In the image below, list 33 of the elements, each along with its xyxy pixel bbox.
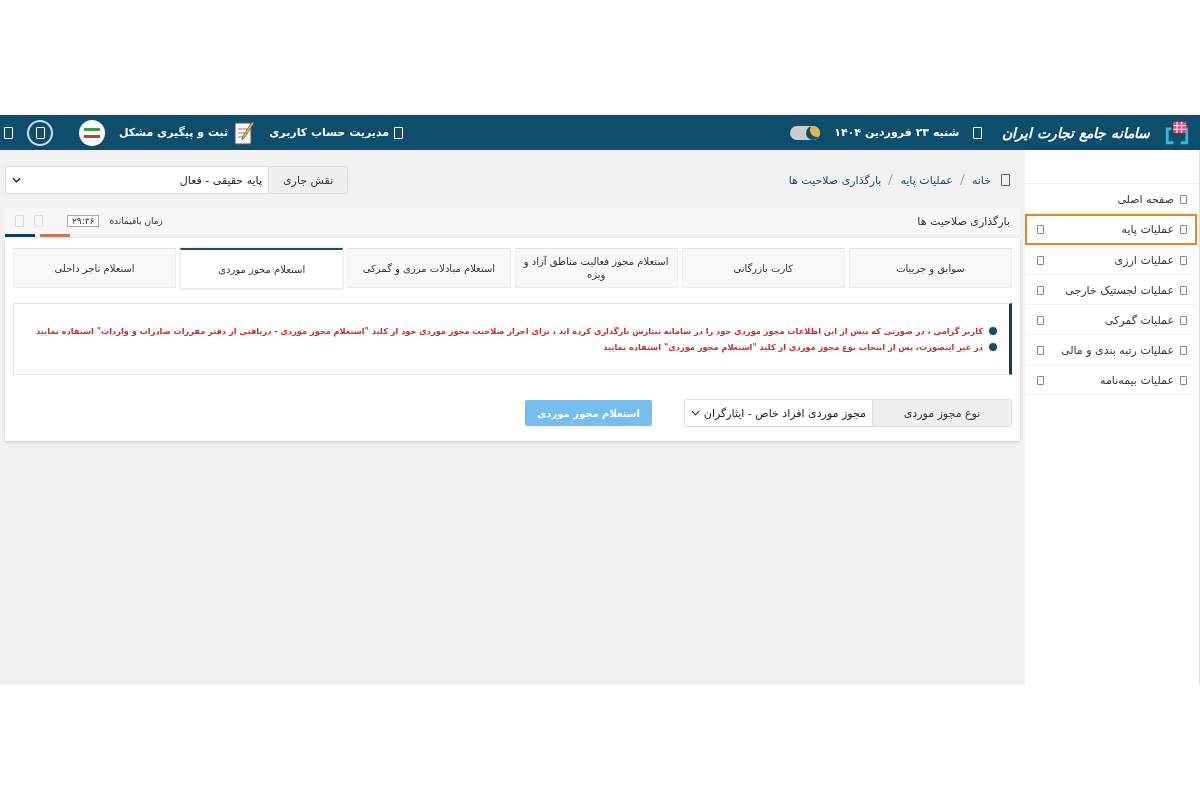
sidebar-item[interactable]: عملیات بیمه‌نامه — [1025, 365, 1197, 395]
clipboard-pencil-icon — [233, 119, 256, 146]
emblem-image — [79, 119, 105, 146]
tab[interactable]: استعلام مبادلات مرزی و گمرکی — [347, 248, 511, 288]
notice-text: در غیر اینصورت، پس از انتخاب نوع مجوز موردی از کلید "استعلام مجوز موردی" استفاده نمایید — [603, 341, 983, 354]
breadcrumb-link[interactable]: عملیات پایه — [900, 173, 953, 187]
timer-label: زمان باقیمانده — [109, 216, 163, 226]
sidebar-item[interactable]: عملیات گمرکی — [1025, 305, 1197, 335]
tab[interactable]: استعلام تاجر داخلی — [13, 248, 177, 288]
notice-text: کاربر گرامی ، در صورتی که پیش از این اطلاعات مجوز موردی خود را در سامانه ثبتارش بارگذاری کرده اید ، برای احراز صلاحیت مجوز موردی خود از کلید "استعلام مجوز موردی - دریافتی از دفتر مقررات صادرات و واردات" استفاده نمایید — [36, 324, 983, 337]
bullet-icon — [989, 343, 997, 352]
profile-button[interactable] — [27, 119, 53, 146]
date-text: شنبه ۲۳ فروردین ۱۴۰۴ — [834, 126, 960, 139]
timer-value: ۲۹:۳۶ — [67, 215, 100, 227]
logo-text: سامانه جامع تجارت ایران — [1002, 124, 1150, 141]
sidebar-item[interactable]: عملیات پایه — [1025, 214, 1197, 245]
tab[interactable]: استعلام مجوز موردی — [180, 248, 344, 289]
breadcrumb-link[interactable]: بارگذاری صلاحیت ها — [788, 173, 882, 187]
tab[interactable]: سوابق و جزییات — [848, 248, 1012, 288]
account-link[interactable]: مدیریت حساب کاربری — [269, 126, 404, 139]
bullet-icon — [989, 326, 997, 335]
sidebar-item[interactable]: صفحه اصلی — [1025, 184, 1197, 214]
support-link[interactable]: ثبت و پیگیری مشکل — [119, 119, 256, 146]
sidebar-item[interactable]: عملیات لجستیک خارجی — [1025, 275, 1197, 305]
breadcrumb-link[interactable]: خانه — [971, 173, 991, 187]
moon-slider-icon[interactable] — [790, 125, 821, 140]
panel-title: بارگذاری صلاحیت ها — [917, 214, 1010, 228]
tab[interactable]: کارت بازرگانی — [681, 248, 845, 288]
sidebar-item[interactable]: عملیات رتبه بندی و مالی — [1025, 335, 1197, 365]
square-icon — [1001, 174, 1010, 186]
tab[interactable]: استعلام مجوز فعالیت مناطق آزاد و ویژه — [514, 248, 678, 288]
logo-icon — [1164, 119, 1190, 146]
sidebar-item[interactable]: عملیات ارزی — [1025, 245, 1197, 275]
